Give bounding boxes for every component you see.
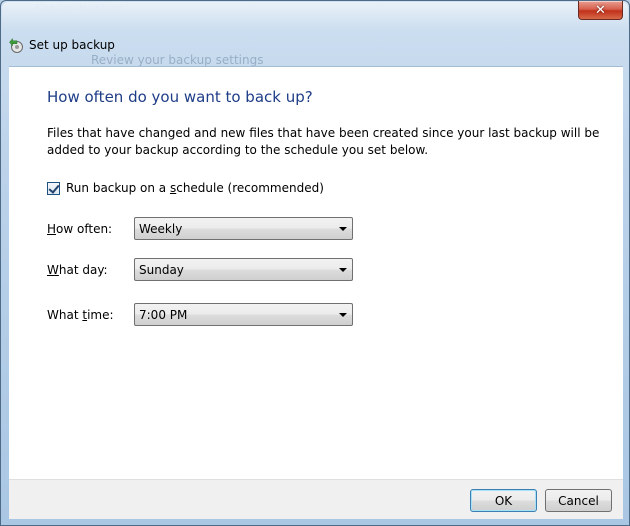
button-bar: OK Cancel: [9, 479, 623, 519]
content-pane: How often do you want to back up? Files …: [9, 66, 623, 479]
page-title: How often do you want to back up?: [47, 88, 313, 106]
chevron-down-icon: [339, 312, 347, 317]
what-time-select[interactable]: 7:00 PM: [134, 303, 353, 326]
schedule-checkbox-label[interactable]: Run backup on a schedule (recommended): [66, 181, 324, 195]
how-often-select[interactable]: Weekly: [134, 217, 353, 240]
schedule-checkbox-row[interactable]: Run backup on a schedule (recommended): [47, 181, 324, 195]
ok-button[interactable]: OK: [470, 489, 537, 512]
close-button[interactable]: ✕: [578, 1, 623, 20]
chevron-down-icon: [339, 267, 347, 272]
ghost-title: Set up backup: [35, 2, 124, 16]
chevron-down-icon: [339, 226, 347, 231]
what-time-label: What time:: [47, 308, 114, 322]
what-day-select[interactable]: Sunday: [134, 258, 353, 281]
header: Set up backup Review your backup setting…: [8, 33, 624, 67]
backup-icon: [9, 38, 23, 53]
what-day-label: What day:: [47, 263, 108, 277]
what-day-value: Sunday: [139, 262, 184, 277]
window-frame: Set up backup ✕ Set up backup Review you…: [0, 0, 630, 526]
how-often-value: Weekly: [139, 221, 183, 236]
close-icon: ✕: [595, 2, 606, 18]
window-title: Set up backup: [29, 38, 115, 52]
what-time-value: 7:00 PM: [139, 307, 188, 322]
schedule-checkbox[interactable]: [47, 181, 60, 195]
ghost-subtitle: Review your backup settings: [91, 53, 264, 67]
cancel-button[interactable]: Cancel: [545, 489, 612, 512]
how-often-label: How often:: [47, 222, 113, 236]
description-text: Files that have changed and new files th…: [47, 126, 600, 157]
